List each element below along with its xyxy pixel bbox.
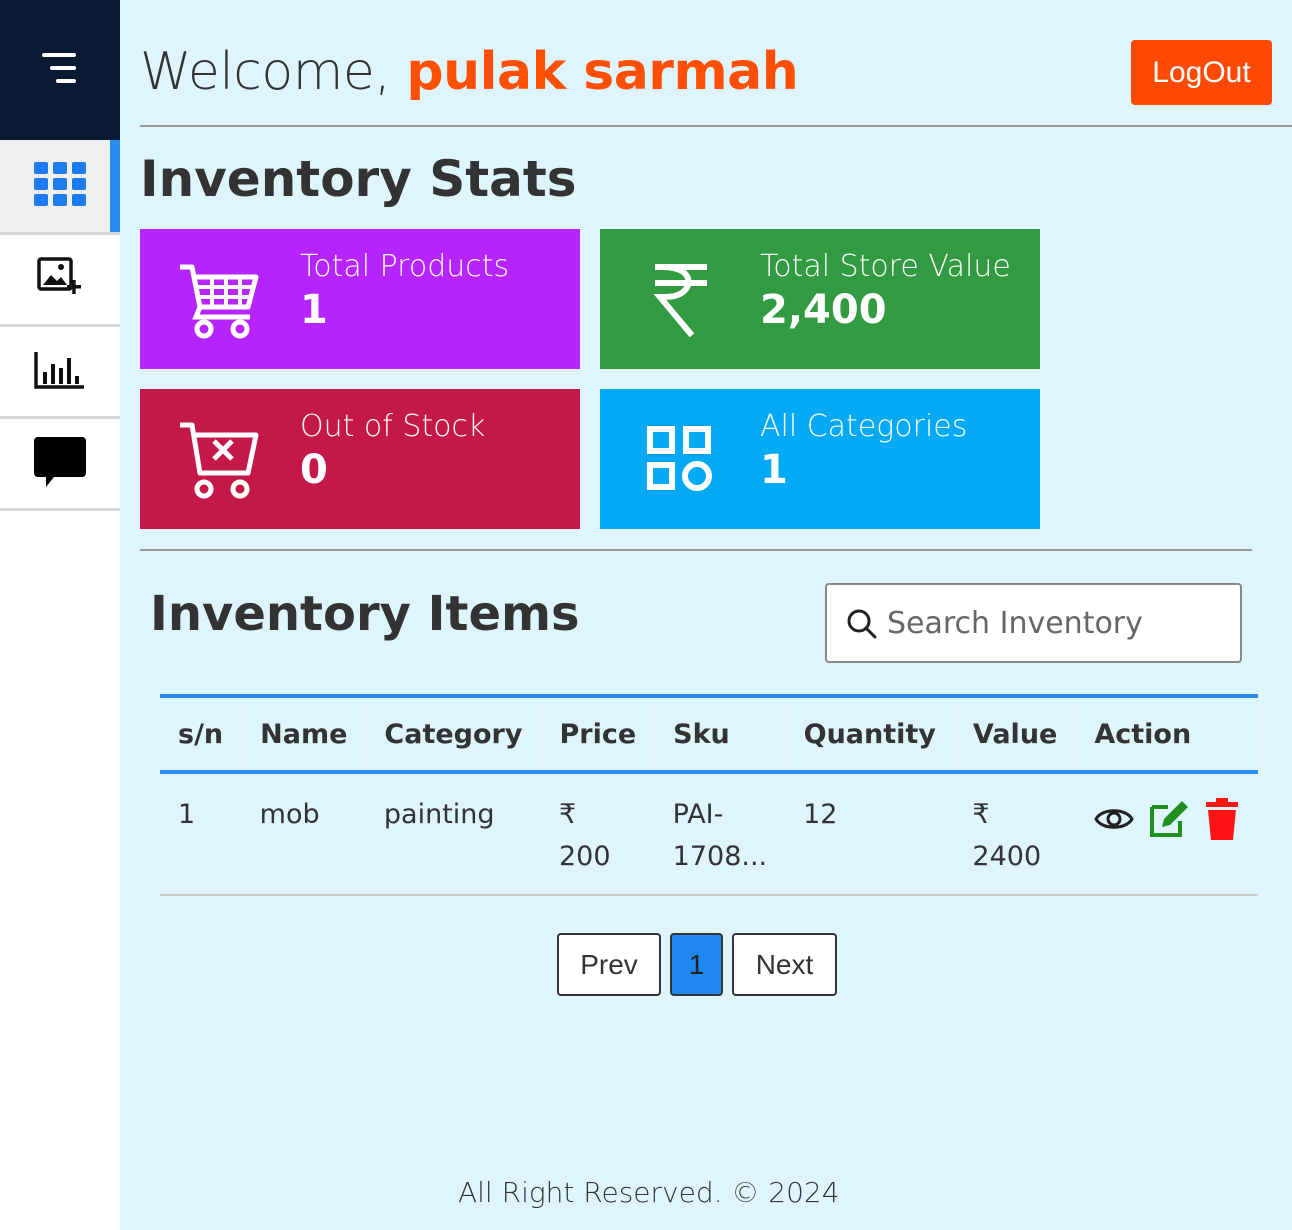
search-input[interactable] [887, 595, 1227, 651]
column-header: Sku [654, 696, 786, 772]
menu-icon[interactable] [40, 51, 80, 89]
column-header: Action [1075, 696, 1259, 772]
rupee-icon [636, 259, 726, 339]
stat-value: 1 [760, 447, 788, 493]
next-page-button[interactable]: Next [732, 933, 837, 996]
page-number-button[interactable]: 1 [670, 933, 723, 996]
main-content: Welcome, pulak sarmah LogOut Inventory S… [120, 0, 1292, 1230]
logout-button[interactable]: LogOut [1131, 40, 1272, 105]
sidebar-item-dashboard[interactable] [0, 140, 120, 235]
prev-page-button[interactable]: Prev [557, 933, 661, 996]
welcome-prefix: Welcome, [140, 42, 407, 102]
cell-price: ₹200 [541, 772, 655, 895]
cell-name: mob [259, 799, 320, 830]
stat-label: Out of Stock [300, 409, 486, 444]
view-icon[interactable] [1094, 804, 1134, 847]
row-actions [1094, 794, 1240, 853]
stats-title: Inventory Stats [140, 150, 577, 208]
chat-icon [34, 436, 86, 491]
column-header: Value [954, 696, 1077, 772]
delete-icon[interactable] [1204, 798, 1240, 853]
cart-remove-icon [176, 419, 266, 499]
column-header: Price [540, 696, 656, 772]
stat-label: Total Products [300, 249, 510, 284]
pagination: Prev 1 Next [557, 933, 837, 996]
value-amount: 2400 [972, 841, 1042, 872]
categories-icon [636, 419, 726, 499]
stat-label: Total Store Value [760, 249, 1011, 284]
stat-value: 2,400 [760, 287, 887, 333]
header-divider [140, 125, 1292, 127]
sidebar [0, 0, 120, 1230]
cell-actions [1076, 772, 1258, 895]
table-row: 1 mob painting ₹200 PAI- 1708... 12 ₹2400 [160, 772, 1258, 895]
stat-label: All Categories [760, 409, 968, 444]
stat-card-total-store-value: Total Store Value 2,400 [600, 229, 1040, 369]
sidebar-item-messages[interactable] [0, 419, 120, 511]
stat-card-total-products: Total Products 1 [140, 229, 580, 369]
cell-category: painting [383, 799, 495, 830]
cell-sku: PAI- 1708... [655, 772, 785, 895]
grid-icon [34, 162, 86, 210]
edit-icon[interactable] [1148, 799, 1190, 852]
stats-divider [140, 549, 1252, 551]
search-box [825, 583, 1242, 663]
currency-symbol: ₹ [558, 799, 577, 830]
column-header: Quantity [785, 696, 955, 772]
column-header: s/n [160, 696, 243, 772]
stat-value: 1 [300, 287, 328, 333]
cell-value: ₹2400 [954, 772, 1075, 895]
cell-sn: 1 [178, 799, 196, 830]
welcome-heading: Welcome, pulak sarmah [140, 42, 799, 102]
price-amount: 200 [558, 841, 611, 872]
add-image-icon [37, 256, 83, 303]
username: pulak sarmah [406, 42, 799, 102]
bar-chart-icon [34, 350, 86, 394]
column-header: Name [241, 696, 367, 772]
column-header: Category [365, 696, 542, 772]
inventory-title: Inventory Items [150, 586, 580, 642]
stat-card-out-of-stock: Out of Stock 0 [140, 389, 580, 529]
cell-quantity: 12 [803, 799, 838, 830]
sku-line1: PAI- [672, 799, 724, 830]
sidebar-item-reports[interactable] [0, 327, 120, 419]
sku-line2: 1708... [672, 841, 768, 872]
stat-card-all-categories: All Categories 1 [600, 389, 1040, 529]
sidebar-item-add-product[interactable] [0, 235, 120, 327]
sidebar-header [0, 0, 120, 140]
currency-symbol: ₹ [972, 799, 990, 830]
table-header-row: s/n Name Category Price Sku Quantity Val… [160, 696, 1259, 772]
cart-icon [176, 259, 266, 339]
footer-text: All Right Reserved. © 2024 [458, 1176, 840, 1209]
stat-value: 0 [300, 447, 328, 493]
inventory-table: s/n Name Category Price Sku Quantity Val… [160, 694, 1259, 896]
